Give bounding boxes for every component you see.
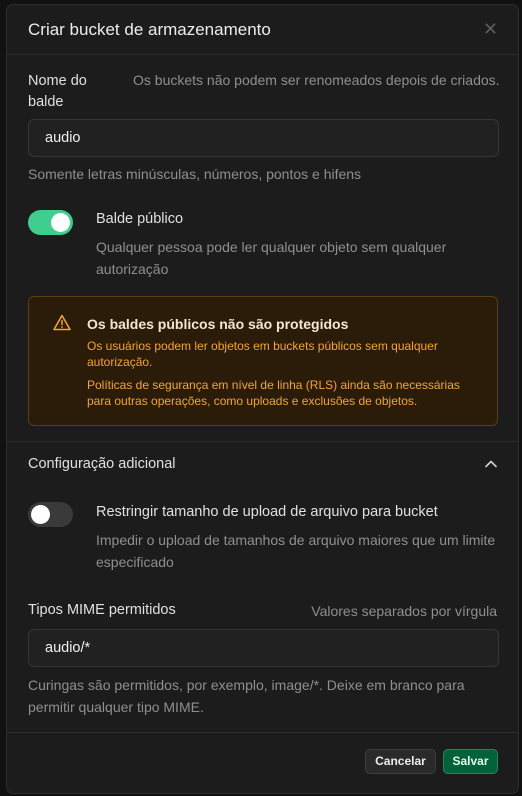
dialog-header: Criar bucket de armazenamento ✕ (7, 5, 518, 55)
public-bucket-toggle[interactable] (28, 210, 73, 235)
public-warning-alert: Os baldes públicos não são protegidos Os… (28, 296, 498, 426)
chevron-up-icon[interactable] (484, 457, 498, 471)
public-bucket-description: Qualquer pessoa pode ler qualquer objeto… (96, 239, 447, 277)
bucket-name-description: Os buckets não podem ser renomeados depo… (133, 72, 500, 88)
dialog-title: Criar bucket de armazenamento (28, 20, 271, 39)
warning-title: Os baldes públicos não são protegidos (87, 316, 349, 332)
restrict-size-label: Restringir tamanho de upload de arquivo … (96, 504, 438, 520)
create-bucket-dialog: Criar bucket de armazenamento ✕ Nome do … (6, 4, 519, 794)
warning-text-1: Os usuários podem ler objetos em buckets… (87, 339, 438, 369)
bucket-name-help: Somente letras minúsculas, números, pont… (28, 166, 362, 182)
bucket-name-label: Nome do balde (28, 73, 87, 110)
toggle-knob (51, 213, 70, 232)
bucket-name-input[interactable]: audio (28, 119, 499, 157)
restrict-size-toggle[interactable] (28, 502, 73, 527)
mime-types-help: Curingas são permitidos, por exemplo, im… (28, 677, 465, 715)
mime-types-hint: Valores separados por vírgula (311, 603, 497, 619)
footer-divider (7, 732, 518, 733)
close-icon[interactable]: ✕ (483, 20, 498, 38)
additional-config-title[interactable]: Configuração adicional (28, 456, 176, 472)
section-divider (7, 441, 518, 442)
toggle-knob (31, 505, 50, 524)
warning-text-2: Políticas de segurança em nível de linha… (87, 378, 460, 408)
restrict-size-description: Impedir o upload de tamanhos de arquivo … (96, 532, 496, 570)
public-bucket-label: Balde público (96, 211, 184, 227)
warning-triangle-icon (53, 314, 71, 331)
save-button[interactable]: Salvar (443, 749, 498, 774)
cancel-button[interactable]: Cancelar (365, 749, 436, 774)
mime-types-input[interactable]: audio/* (28, 629, 499, 667)
mime-types-label: Tipos MIME permitidos (28, 602, 176, 618)
